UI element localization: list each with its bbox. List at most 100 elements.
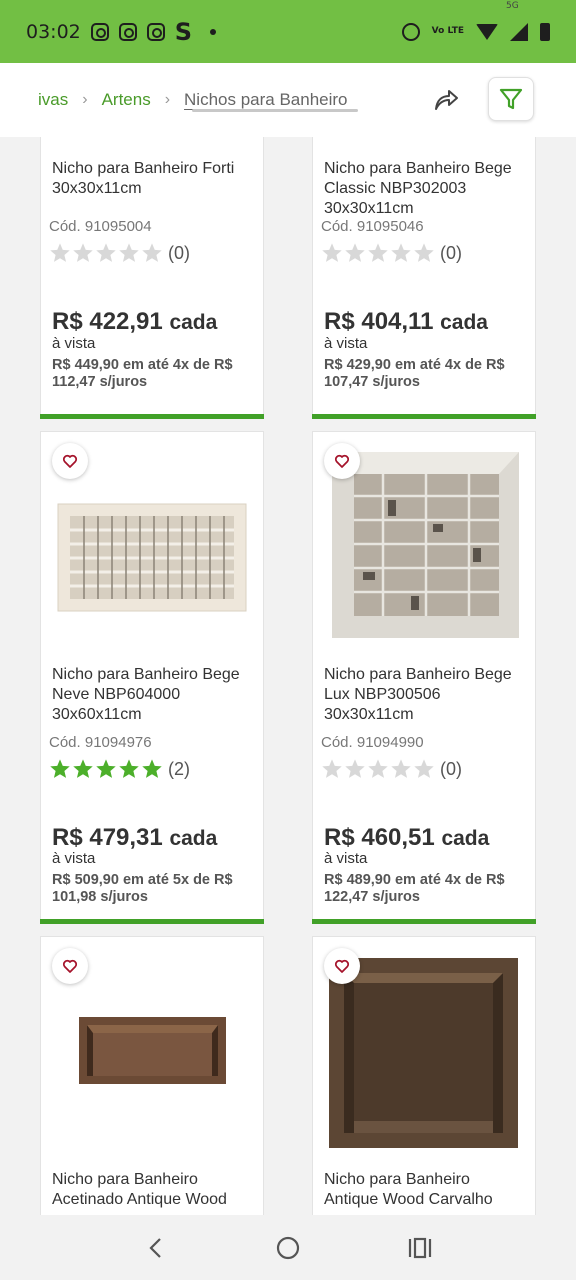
product-card[interactable]: Nicho para Banheiro Antique Wood Carvalh… bbox=[312, 936, 536, 1215]
breadcrumb-header: ivas › Artens › Nichos para Banheiro bbox=[0, 63, 576, 137]
product-name[interactable]: Nicho para Banheiro Antique Wood Carvalh… bbox=[324, 1170, 524, 1210]
instagram-icon bbox=[118, 22, 137, 41]
rating-count: (0) bbox=[440, 242, 462, 263]
instagram-icon bbox=[146, 22, 165, 41]
rating-count: (0) bbox=[440, 758, 462, 779]
product-card[interactable]: Nicho para Banheiro Bege Lux NBP300506 3… bbox=[312, 431, 536, 924]
scroll-indicator bbox=[192, 109, 358, 112]
share-icon bbox=[435, 90, 458, 110]
payment-label: à vista bbox=[324, 335, 368, 352]
star-empty-icon bbox=[96, 243, 116, 262]
rating: (0) bbox=[49, 242, 190, 264]
s-app-icon: S bbox=[174, 17, 193, 46]
star-empty-icon bbox=[322, 243, 342, 262]
breadcrumb: ivas › Artens › Nichos para Banheiro bbox=[0, 90, 348, 110]
star-empty-icon bbox=[368, 243, 388, 262]
payment-label: à vista bbox=[324, 850, 368, 867]
installments-text: R$ 449,90 em até 4x de R$ 112,47 s/juros bbox=[52, 357, 233, 390]
star-empty-icon bbox=[50, 243, 70, 262]
price-unit: cada bbox=[169, 827, 218, 850]
product-card[interactable]: Nicho para Banheiro Bege Classic NBP3020… bbox=[312, 137, 536, 419]
card-accent-bar bbox=[312, 919, 536, 924]
product-price: R$ 422,91 cada bbox=[52, 308, 217, 336]
star-filled-icon bbox=[119, 759, 139, 778]
heart-icon bbox=[334, 959, 350, 973]
product-name[interactable]: Nicho para Banheiro Forti 30x30x11cm bbox=[52, 159, 252, 199]
rating-count: (0) bbox=[168, 242, 190, 263]
product-grid: Nicho para Banheiro Forti 30x30x11cm Cód… bbox=[0, 137, 576, 1215]
rating: (0) bbox=[321, 758, 462, 780]
product-name[interactable]: Nicho para Banheiro Bege Lux NBP300506 3… bbox=[324, 665, 524, 725]
back-icon bbox=[149, 1237, 161, 1258]
signal-icon: 5G bbox=[506, 1, 528, 41]
product-price: R$ 404,11 cada bbox=[324, 308, 488, 336]
home-button[interactable] bbox=[268, 1228, 308, 1268]
home-icon bbox=[276, 1236, 300, 1259]
star-filled-icon bbox=[142, 759, 162, 778]
chevron-right-icon: › bbox=[82, 91, 88, 108]
installments-text: R$ 509,90 em até 5x de R$ 101,98 s/juros bbox=[52, 872, 233, 905]
star-empty-icon bbox=[322, 759, 342, 778]
product-name[interactable]: Nicho para Banheiro Bege Classic NBP3020… bbox=[324, 159, 524, 219]
system-nav-bar bbox=[0, 1215, 576, 1280]
payment-label: à vista bbox=[52, 335, 96, 352]
product-card[interactable]: Nicho para Banheiro Acetinado Antique Wo… bbox=[40, 936, 264, 1215]
payment-label: à vista bbox=[52, 850, 96, 867]
heart-icon bbox=[334, 454, 350, 468]
product-card[interactable]: Nicho para Banheiro Bege Neve NBP604000 … bbox=[40, 431, 264, 924]
product-code: Cód. 91094976 bbox=[49, 734, 152, 751]
breadcrumb-item-0[interactable]: ivas bbox=[38, 90, 68, 110]
rating: (0) bbox=[321, 242, 462, 264]
star-empty-icon bbox=[119, 243, 139, 262]
star-filled-icon bbox=[73, 759, 93, 778]
favorite-button[interactable] bbox=[324, 948, 360, 984]
filter-button[interactable] bbox=[488, 77, 534, 121]
star-empty-icon bbox=[345, 759, 365, 778]
favorite-button[interactable] bbox=[52, 443, 88, 479]
network-type-label: 5G bbox=[506, 0, 519, 11]
product-name[interactable]: Nicho para Banheiro Acetinado Antique Wo… bbox=[52, 1170, 252, 1210]
price-value: R$ 422,91 bbox=[52, 308, 163, 335]
star-empty-icon bbox=[73, 243, 93, 262]
rating-count: (2) bbox=[168, 758, 190, 779]
battery-icon bbox=[540, 22, 550, 41]
price-value: R$ 460,51 bbox=[324, 824, 435, 851]
back-button[interactable] bbox=[136, 1228, 176, 1268]
star-filled-icon bbox=[50, 759, 70, 778]
product-price: R$ 460,51 cada bbox=[324, 824, 489, 852]
product-card[interactable]: Nicho para Banheiro Forti 30x30x11cm Cód… bbox=[40, 137, 264, 419]
installments-text: R$ 429,90 em até 4x de R$ 107,47 s/juros bbox=[324, 357, 505, 390]
notification-icons: S bbox=[90, 17, 217, 46]
volte-icon: Vo LTE bbox=[431, 26, 464, 36]
share-button[interactable] bbox=[430, 85, 460, 115]
star-empty-icon bbox=[414, 243, 434, 262]
product-code: Cód. 91095046 bbox=[321, 218, 424, 235]
star-empty-icon bbox=[368, 759, 388, 778]
heart-icon bbox=[62, 959, 78, 973]
star-empty-icon bbox=[414, 759, 434, 778]
price-unit: cada bbox=[169, 311, 218, 334]
recents-button[interactable] bbox=[400, 1228, 440, 1268]
status-time: 03:02 bbox=[26, 20, 81, 43]
breadcrumb-item-1[interactable]: Artens bbox=[102, 90, 151, 110]
card-accent-bar bbox=[40, 919, 264, 924]
filter-icon bbox=[499, 88, 523, 110]
favorite-button[interactable] bbox=[52, 948, 88, 984]
star-empty-icon bbox=[391, 243, 411, 262]
favorite-button[interactable] bbox=[324, 443, 360, 479]
breadcrumb-current: Nichos para Banheiro bbox=[184, 90, 348, 109]
wifi-icon bbox=[476, 23, 498, 40]
card-accent-bar bbox=[312, 414, 536, 419]
recents-icon bbox=[408, 1237, 432, 1258]
rating: (2) bbox=[49, 758, 190, 780]
card-accent-bar bbox=[40, 414, 264, 419]
more-notifications-icon bbox=[210, 28, 217, 35]
product-code: Cód. 91094990 bbox=[321, 734, 424, 751]
status-bar: 03:02 S Vo LTE 5G bbox=[0, 0, 576, 63]
price-unit: cada bbox=[440, 311, 488, 334]
product-name[interactable]: Nicho para Banheiro Bege Neve NBP604000 … bbox=[52, 665, 252, 725]
instagram-icon bbox=[90, 22, 109, 41]
price-unit: cada bbox=[441, 827, 490, 850]
system-icons: Vo LTE 5G bbox=[401, 1, 550, 41]
price-value: R$ 404,11 bbox=[324, 308, 434, 335]
